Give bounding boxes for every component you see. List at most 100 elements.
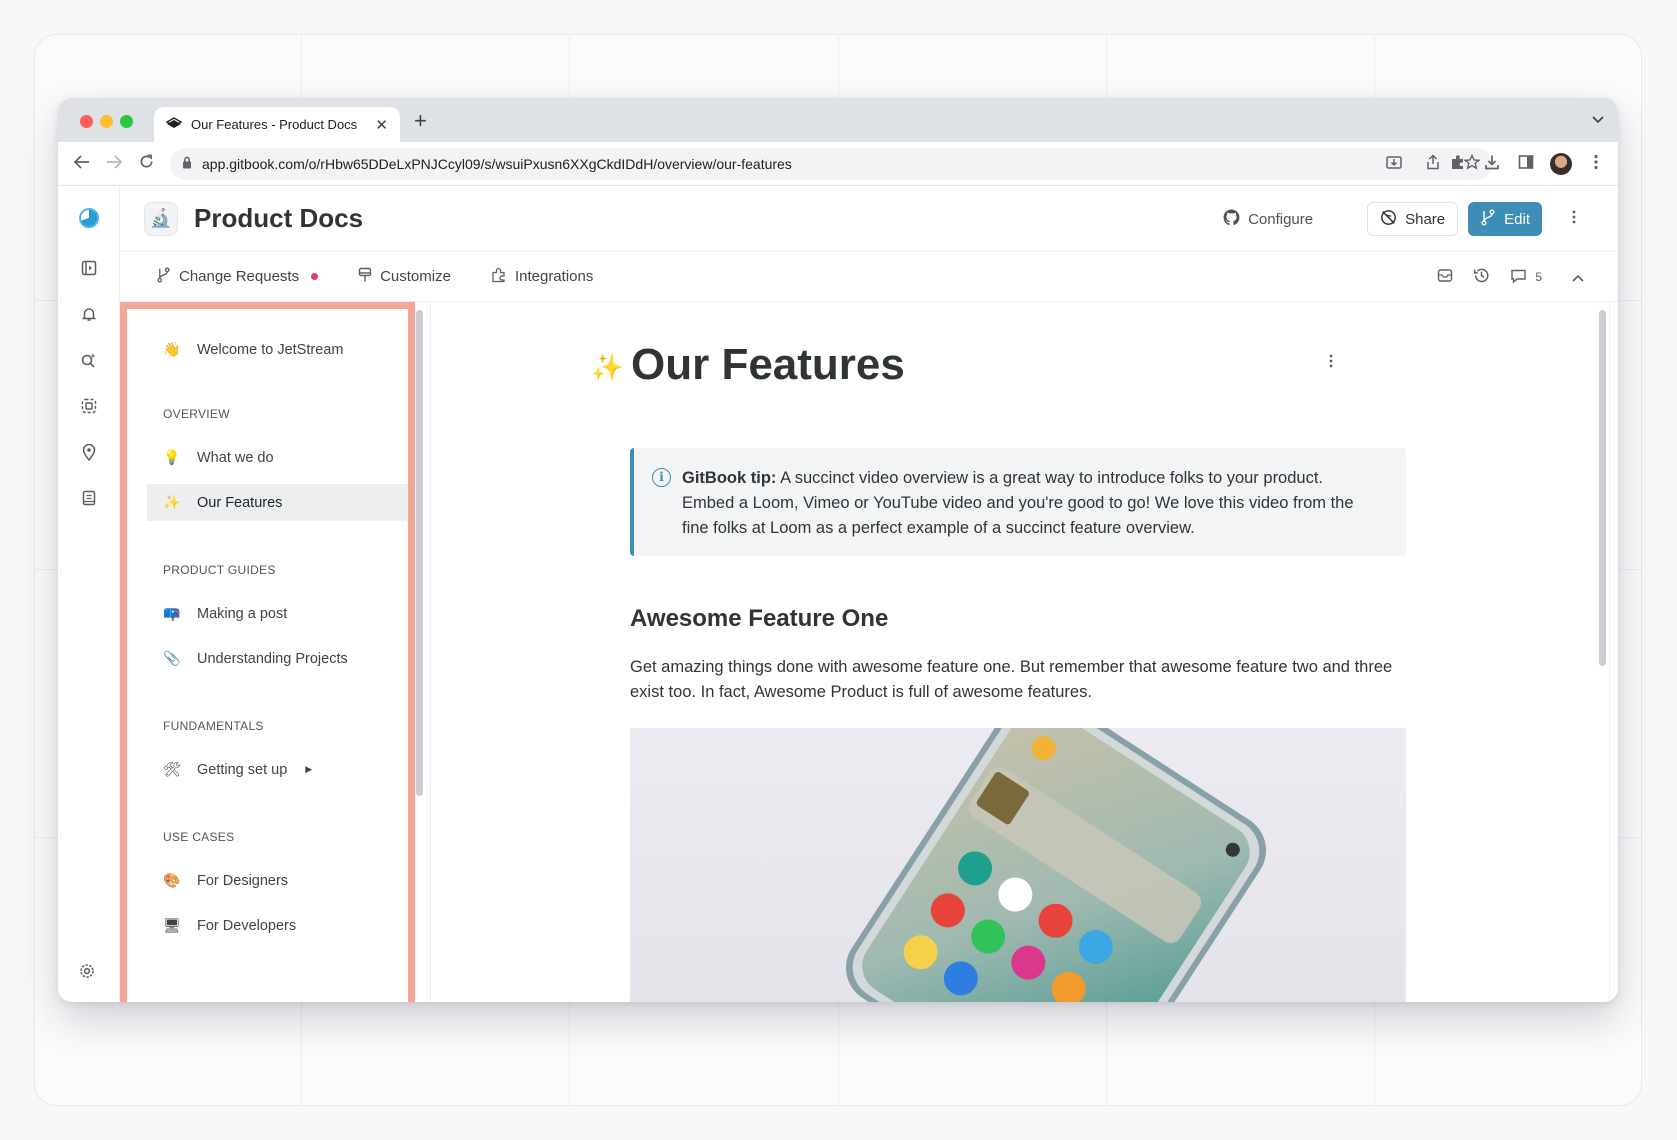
sidebar-item-understanding-projects[interactable]: 📎 Understanding Projects <box>147 640 408 677</box>
comment-icon <box>1510 268 1527 287</box>
share-globe-icon <box>1380 209 1397 230</box>
more-options-icon[interactable] <box>1560 210 1588 229</box>
sidebar-item-for-designers[interactable]: 🎨 For Designers <box>147 862 408 899</box>
desktop-computer-icon: 🖥 <box>163 917 181 933</box>
sidebar-item-welcome[interactable]: 👋 Welcome to JetStream <box>147 331 408 368</box>
integrations-label: Integrations <box>514 268 594 285</box>
address-bar[interactable]: app.gitbook.com/o/rHbw65DDeLxPNJCcyl09/s… <box>170 148 1492 180</box>
page-more-options-icon[interactable] <box>1329 354 1333 373</box>
microscope-icon: 🔬 <box>144 201 178 236</box>
table-of-contents: 👋 Welcome to JetStream OVERVIEW 💡 What w… <box>127 309 408 1002</box>
share-button[interactable]: Share <box>1367 202 1459 236</box>
paintbrush-icon <box>358 267 372 287</box>
close-window-button[interactable] <box>80 115 93 128</box>
section-label-product-guides: PRODUCT GUIDES <box>163 563 276 577</box>
customize-label: Customize <box>380 268 451 285</box>
section-label-use-cases: USE CASES <box>163 830 235 844</box>
minimize-window-button[interactable] <box>100 115 113 128</box>
url-text: app.gitbook.com/o/rHbw65DDeLxPNJCcyl09/s… <box>202 156 792 172</box>
install-app-icon[interactable] <box>1386 155 1402 174</box>
tab-search-chevron-icon[interactable] <box>1592 112 1604 127</box>
section-label-overview: OVERVIEW <box>163 407 230 421</box>
sidebar-item-label: Welcome to JetStream <box>197 341 344 358</box>
configure-button[interactable]: Configure <box>1209 201 1327 237</box>
sidebar-item-our-features[interactable]: ✨ Our Features <box>147 484 408 521</box>
paperclip-icon: 📎 <box>163 650 181 666</box>
browser-menu-icon[interactable] <box>1586 154 1606 175</box>
section-heading: Awesome Feature One <box>630 605 889 632</box>
tab-title: Our Features - Product Docs <box>191 117 358 132</box>
change-requests-tab[interactable]: Change Requests <box>156 267 319 287</box>
app-rail <box>58 186 120 1002</box>
profile-avatar[interactable] <box>1550 153 1572 175</box>
github-icon <box>1223 209 1240 230</box>
forward-arrow-icon[interactable] <box>98 153 130 174</box>
content-scroll-track <box>1609 302 1610 1002</box>
location-pin-icon[interactable] <box>79 442 99 462</box>
sparkles-icon[interactable]: ✨ <box>591 352 623 383</box>
branch-icon <box>1480 209 1496 230</box>
share-label: Share <box>1405 210 1446 228</box>
sidebar-item-label: For Designers <box>197 872 289 889</box>
sidebar-item-label: Our Features <box>197 494 283 511</box>
sidebar-item-what-we-do[interactable]: 💡 What we do <box>147 439 408 476</box>
waving-hand-icon: 👋 <box>163 341 181 357</box>
spaces-panel-icon[interactable] <box>79 258 99 278</box>
sparkles-icon: ✨ <box>163 494 181 510</box>
browser-window: Our Features - Product Docs ✕ + app.gitb… <box>58 98 1618 1002</box>
body-paragraph: Get amazing things done with awesome fea… <box>630 658 1393 701</box>
comments-button[interactable]: 5 <box>1510 268 1542 287</box>
space-title: Product Docs <box>194 203 364 233</box>
sidebar-scrollbar[interactable] <box>416 310 423 796</box>
new-tab-button[interactable]: + <box>414 108 427 134</box>
settings-gear-icon[interactable] <box>79 963 95 984</box>
section-label-fundamentals: FUNDAMENTALS <box>163 719 264 733</box>
search-sparkle-icon[interactable] <box>79 350 99 370</box>
tab-strip: Our Features - Product Docs ✕ + <box>58 98 1618 142</box>
reload-icon[interactable] <box>130 153 162 174</box>
extensions-puzzle-icon[interactable] <box>1448 154 1468 175</box>
gitbook-org-logo[interactable] <box>76 206 101 230</box>
history-clock-icon[interactable] <box>1473 267 1490 288</box>
integrations-grid-icon[interactable] <box>79 396 99 416</box>
gitbook-favicon-icon <box>165 116 183 133</box>
tools-icon: 🛠 <box>163 761 181 777</box>
docs-book-icon[interactable] <box>79 488 99 508</box>
lightbulb-icon: 💡 <box>163 449 181 465</box>
space-header: 🔬 Product Docs Configure Share Edit <box>120 186 1618 252</box>
space-subnav: Change Requests Customize Integrations 5 <box>120 252 1618 302</box>
notifications-bell-icon[interactable] <box>79 304 99 324</box>
page-content: ✨ Our Features i GitBook tip: A succinct… <box>431 302 1618 1002</box>
sidebar-item-label: What we do <box>197 449 274 466</box>
edit-button[interactable]: Edit <box>1468 202 1542 236</box>
browser-toolbar: app.gitbook.com/o/rHbw65DDeLxPNJCcyl09/s… <box>58 142 1618 186</box>
sidebar-item-for-developers[interactable]: 🖥 For Developers <box>147 907 408 944</box>
content-scrollbar[interactable] <box>1599 310 1606 666</box>
collapse-chevron-icon[interactable] <box>1572 269 1584 286</box>
maximize-window-button[interactable] <box>120 115 133 128</box>
sidebar-item-getting-set-up[interactable]: 🛠 Getting set up ▶ <box>147 751 408 788</box>
gitbook-app: 🔬 Product Docs Configure Share Edit Chan… <box>58 186 1618 1002</box>
sidebar-item-label: Understanding Projects <box>197 650 348 667</box>
back-arrow-icon[interactable] <box>66 153 98 174</box>
expand-caret-icon[interactable]: ▶ <box>305 764 312 775</box>
hint-text: A succinct video overview is a great way… <box>682 469 1354 537</box>
browser-tab[interactable]: Our Features - Product Docs ✕ <box>154 107 400 142</box>
side-panel-icon[interactable] <box>1516 154 1536 175</box>
comments-count: 5 <box>1535 270 1542 284</box>
downloads-icon[interactable] <box>1482 154 1502 175</box>
share-page-icon[interactable] <box>1426 154 1440 174</box>
edit-label: Edit <box>1504 210 1530 228</box>
tab-close-icon[interactable]: ✕ <box>375 116 388 134</box>
sidebar-item-making-a-post[interactable]: 📪 Making a post <box>147 595 408 632</box>
integrations-tab[interactable]: Integrations <box>491 267 593 287</box>
sidebar-item-label: Making a post <box>197 605 288 622</box>
branch-icon <box>156 267 171 287</box>
info-icon: i <box>652 468 671 487</box>
smartphone-image <box>630 728 1406 1002</box>
page-title: Our Features <box>631 340 905 389</box>
hint-title: GitBook tip: <box>682 469 777 487</box>
inbox-icon[interactable] <box>1437 267 1453 287</box>
customize-tab[interactable]: Customize <box>358 267 451 287</box>
mailbox-icon: 📪 <box>163 605 181 621</box>
